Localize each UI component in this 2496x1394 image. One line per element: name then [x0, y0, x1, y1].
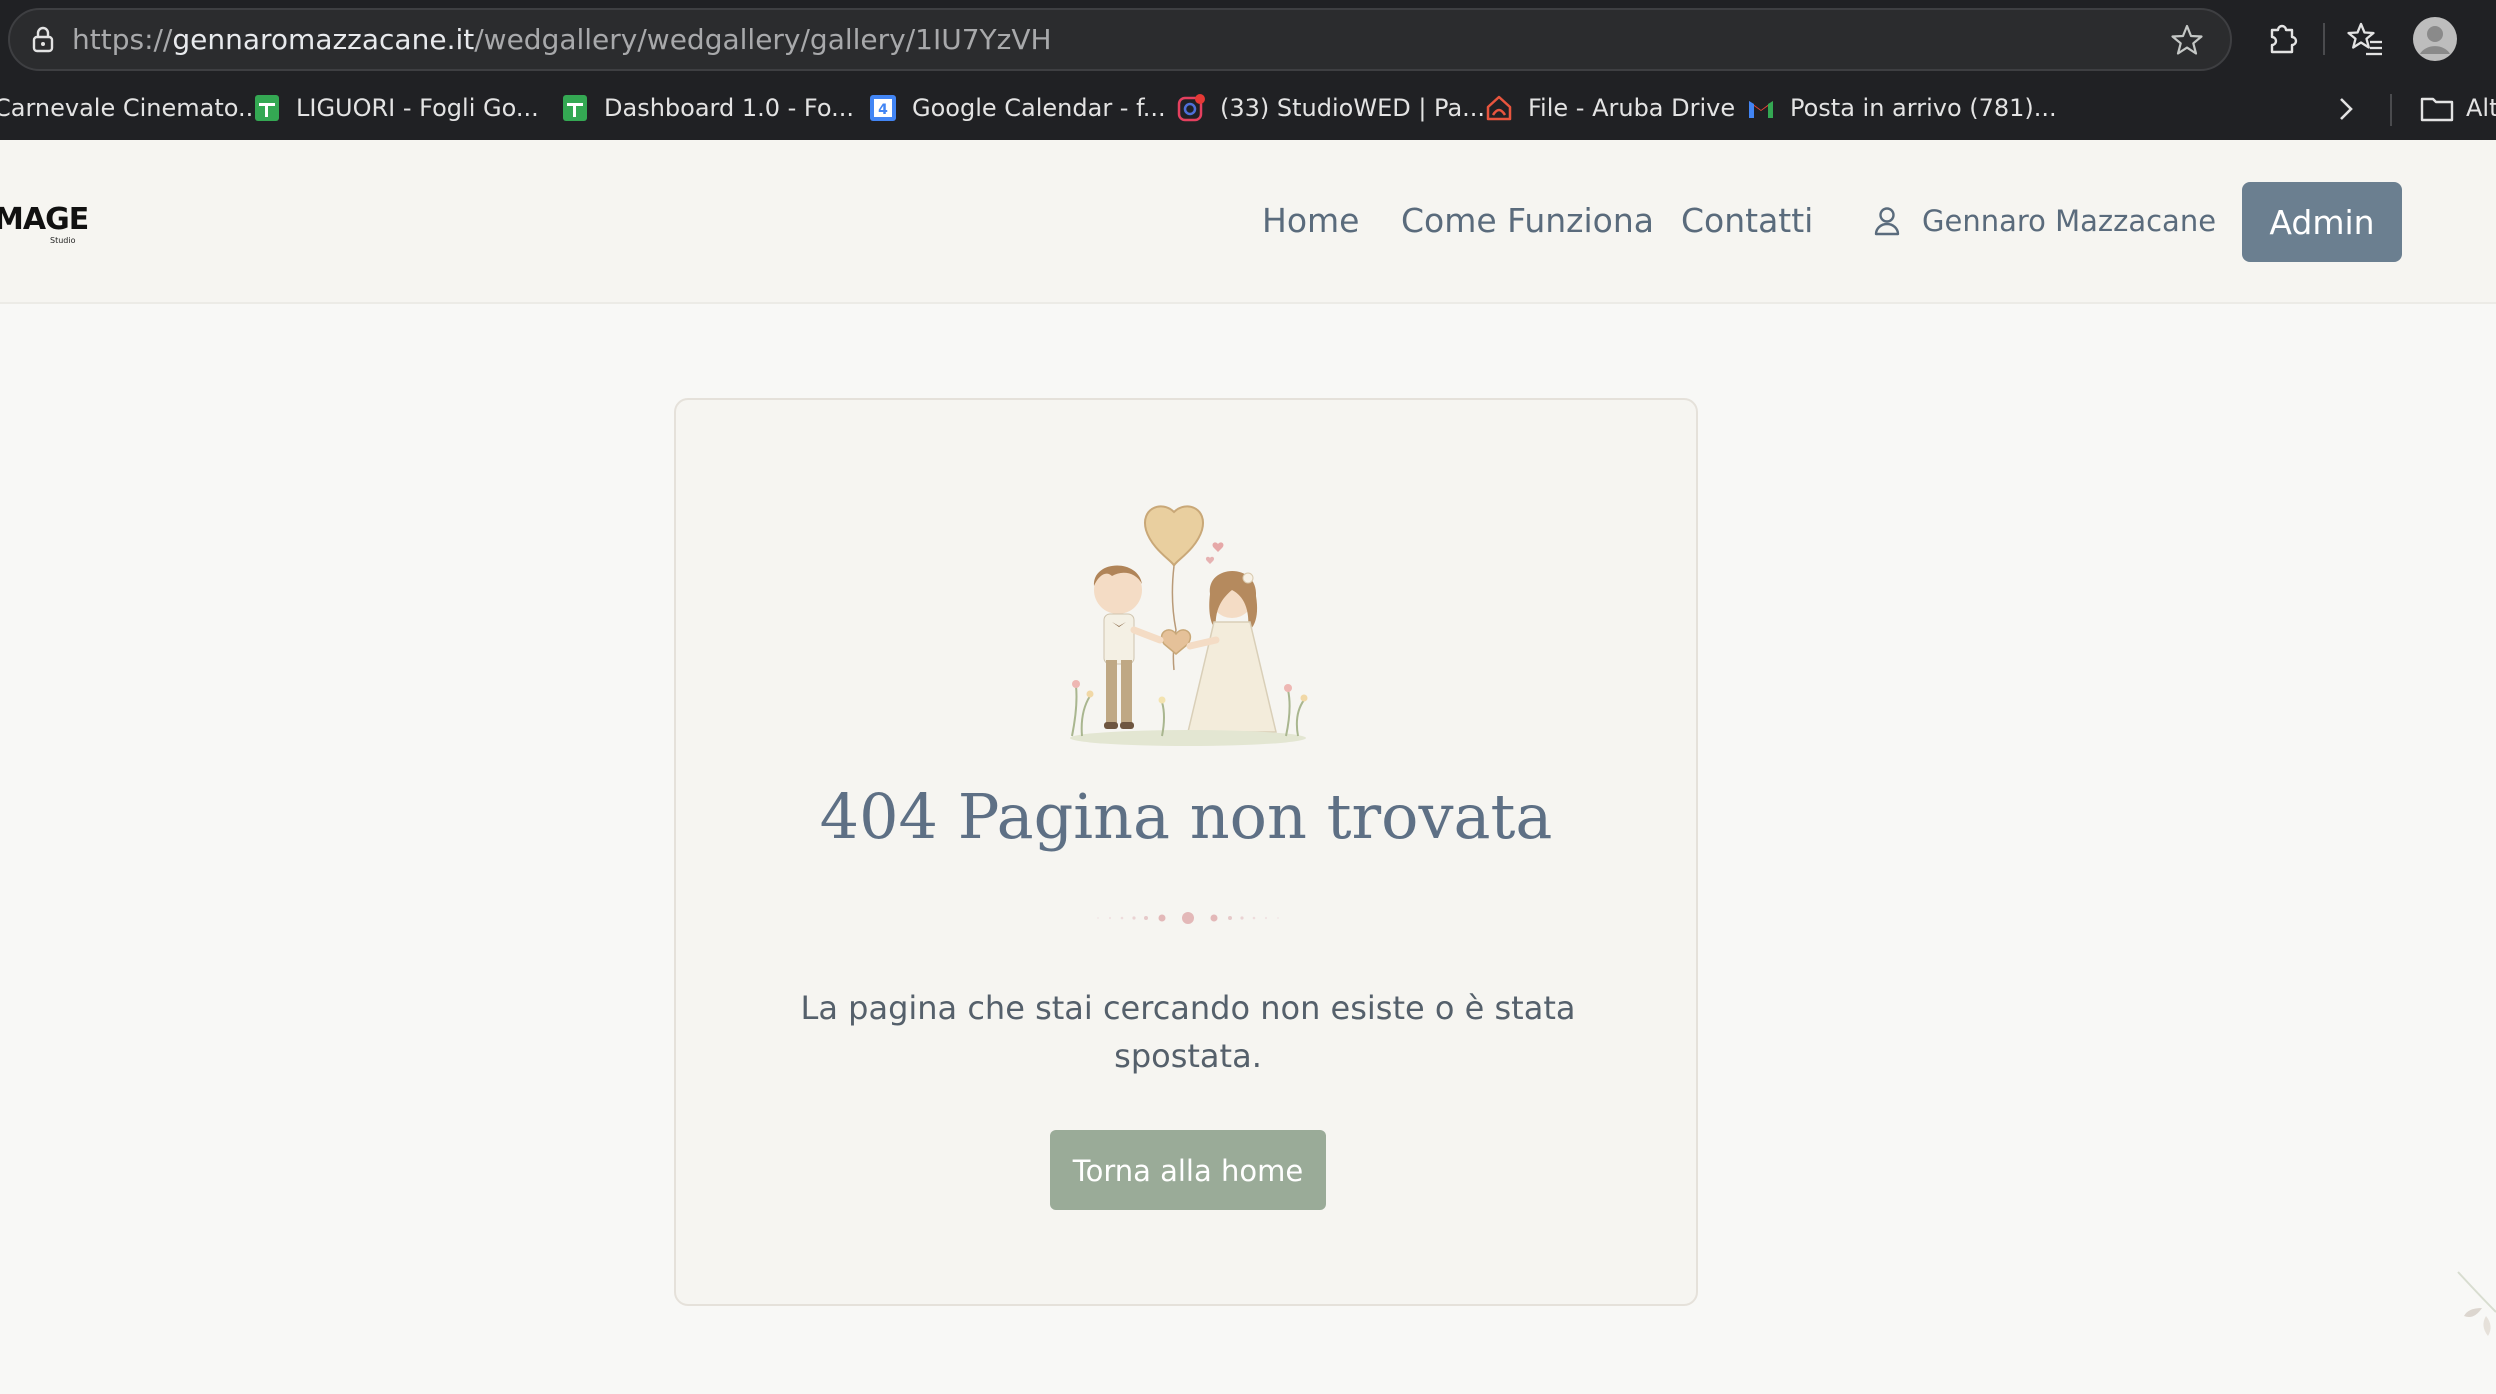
- user-name: Gennaro Mazzacane: [1922, 204, 2217, 238]
- error-title: 404 Pagina non trovata: [819, 780, 1553, 853]
- leaf-decoration-icon: [2457, 1271, 2496, 1336]
- nav-contatti[interactable]: Contatti: [1681, 140, 1813, 302]
- bookmark-label: Dashboard 1.0 - Fo...: [604, 94, 855, 122]
- bookmark-item[interactable]: LIGUORI - Fogli Go...: [252, 86, 539, 130]
- url-scheme: https://: [72, 23, 173, 56]
- bookmark-item[interactable]: 4 Google Calendar - f...: [868, 86, 1166, 130]
- svg-text:4: 4: [878, 102, 888, 118]
- admin-button[interactable]: Admin: [2242, 182, 2402, 262]
- back-home-button[interactable]: Torna alla home: [1050, 1130, 1326, 1210]
- bookmark-item[interactable]: Dashboard 1.0 - Fo...: [560, 86, 854, 130]
- gmail-icon: [1749, 101, 1773, 118]
- chevron-right-icon[interactable]: [2332, 92, 2360, 126]
- address-bar[interactable]: https://gennaromazzacane.it/wedgallery/w…: [8, 8, 2232, 71]
- profile-avatar-icon[interactable]: [2412, 16, 2458, 62]
- bookmark-label: LIGUORI - Fogli Go...: [296, 94, 539, 122]
- bookmark-label: (33) StudioWED | Pa...: [1220, 94, 1486, 122]
- bookmark-label: Google Calendar - f...: [912, 94, 1166, 122]
- bookmark-item[interactable]: File - Aruba Drive: [1484, 86, 1735, 130]
- toolbar-separator: [2323, 23, 2325, 55]
- url-path: /wedgallery/wedgallery/gallery/1IU7YzVH: [474, 23, 1052, 56]
- site-logo-subtitle: Studio: [50, 236, 76, 245]
- decorative-divider: [1097, 912, 1279, 924]
- bookmark-item[interactable]: Carnevale Cinemato...: [0, 86, 261, 130]
- wedding-couple-illustration: [1070, 505, 1308, 746]
- user-menu[interactable]: Gennaro Mazzacane: [1872, 140, 2216, 302]
- bookmark-item[interactable]: (33) StudioWED | Pa...: [1176, 86, 1485, 130]
- site-logo[interactable]: MAGE: [0, 202, 89, 237]
- url-host: gennaromazzacane.it: [172, 23, 475, 56]
- star-icon[interactable]: [2170, 23, 2204, 57]
- favorites-icon[interactable]: [2346, 20, 2384, 58]
- bookmark-item[interactable]: Posta in arrivo (781)...: [1746, 86, 2057, 130]
- extensions-icon[interactable]: [2264, 20, 2300, 56]
- bookmark-label: File - Aruba Drive: [1528, 94, 1736, 122]
- google-sheets-icon: [563, 95, 587, 121]
- site-header: MAGE Studio Home Come Funziona Contatti …: [0, 140, 2496, 304]
- bookmarks-folder-label: Alt: [2466, 94, 2496, 122]
- aruba-drive-icon: [1486, 95, 1512, 121]
- bookmarks-separator: [2390, 94, 2392, 126]
- instagram-icon: [1177, 94, 1205, 122]
- bookmark-label: Carnevale Cinemato...: [0, 94, 261, 122]
- site-info-icon[interactable]: [28, 25, 58, 55]
- user-icon: [1874, 207, 1900, 236]
- error-message: La pagina che stai cercando non esiste o…: [800, 989, 1576, 1075]
- bookmark-label: Posta in arrivo (781)...: [1790, 94, 2057, 122]
- google-calendar-icon: 4: [870, 95, 896, 121]
- url-text[interactable]: https://gennaromazzacane.it/wedgallery/w…: [72, 10, 1052, 69]
- bookmarks-bar: Carnevale Cinemato... LIGUORI - Fogli Go…: [0, 86, 2496, 130]
- google-sheets-icon: [255, 95, 279, 121]
- folder-icon: [2420, 97, 2454, 122]
- browser-chrome: https://gennaromazzacane.it/wedgallery/w…: [0, 0, 2496, 140]
- bookmarks-folder[interactable]: Alt: [2420, 86, 2496, 130]
- nav-home[interactable]: Home: [1262, 140, 1359, 302]
- not-found-card: 404 Pagina non trovata La pagina che sta…: [674, 398, 1698, 1306]
- nav-come-funziona[interactable]: Come Funziona: [1401, 140, 1654, 302]
